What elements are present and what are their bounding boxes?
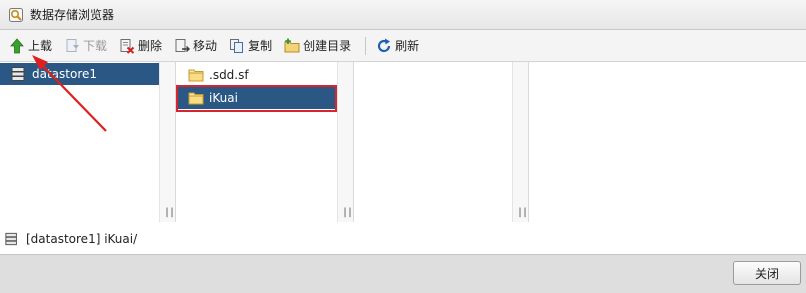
toolbar-separator: [365, 36, 367, 55]
create-folder-label: 创建目录: [303, 39, 352, 53]
tree-item-label: datastore1: [32, 67, 98, 81]
move-label: 移动: [193, 39, 218, 53]
tree-item-datastore1[interactable]: datastore1: [0, 63, 159, 85]
delete-button[interactable]: 删除: [119, 35, 162, 57]
copy-label: 复制: [248, 39, 273, 53]
content-pane[interactable]: |||: [354, 62, 533, 222]
delete-label: 删除: [138, 39, 163, 53]
datastore-browser-icon: [9, 7, 23, 22]
current-path: [datastore1] iKuai/: [26, 231, 138, 246]
pane-scrollbar[interactable]: |||: [512, 62, 533, 222]
datastore-icon: [5, 232, 17, 245]
path-bar: [datastore1] iKuai/: [0, 223, 806, 255]
pane-scrollbar[interactable]: |||: [337, 62, 358, 222]
refresh-button[interactable]: 刷新: [376, 35, 419, 57]
folder-item-sdd[interactable]: .sdd.sf: [188, 64, 336, 86]
browser-panes: datastore1 ||| .sdd.sf iKuai ||| |||: [0, 62, 806, 222]
move-icon: [175, 38, 191, 52]
folder-item-label: .sdd.sf: [209, 68, 249, 82]
datastore-pane[interactable]: datastore1 |||: [0, 62, 180, 222]
new-folder-icon: [284, 38, 300, 52]
folder-icon: [188, 69, 204, 82]
copy-icon: [230, 38, 244, 53]
download-button[interactable]: 下载: [64, 35, 107, 57]
download-label: 下载: [83, 39, 108, 53]
detail-pane[interactable]: [529, 62, 806, 222]
toolbar: 上载 下载 删除 移动 复制 创建目录 刷新: [0, 30, 806, 62]
window-titlebar: 数据存储浏览器: [0, 0, 806, 30]
pane-scrollbar[interactable]: |||: [159, 62, 180, 222]
refresh-icon: [378, 38, 391, 52]
copy-button[interactable]: 复制: [229, 35, 272, 57]
move-button[interactable]: 移动: [174, 35, 217, 57]
datastore-icon: [11, 67, 25, 81]
upload-label: 上载: [28, 39, 53, 53]
window-title: 数据存储浏览器: [30, 8, 115, 22]
close-button[interactable]: 关闭: [733, 261, 801, 285]
upload-button[interactable]: 上载: [9, 35, 52, 57]
refresh-label: 刷新: [395, 39, 420, 53]
annotation-highlight-box: [176, 85, 337, 112]
dialog-footer: 关闭: [0, 255, 806, 293]
upload-arrow-icon: [10, 37, 24, 53]
create-folder-button[interactable]: 创建目录: [284, 35, 351, 57]
delete-icon: [120, 38, 135, 54]
download-icon: [66, 38, 80, 52]
